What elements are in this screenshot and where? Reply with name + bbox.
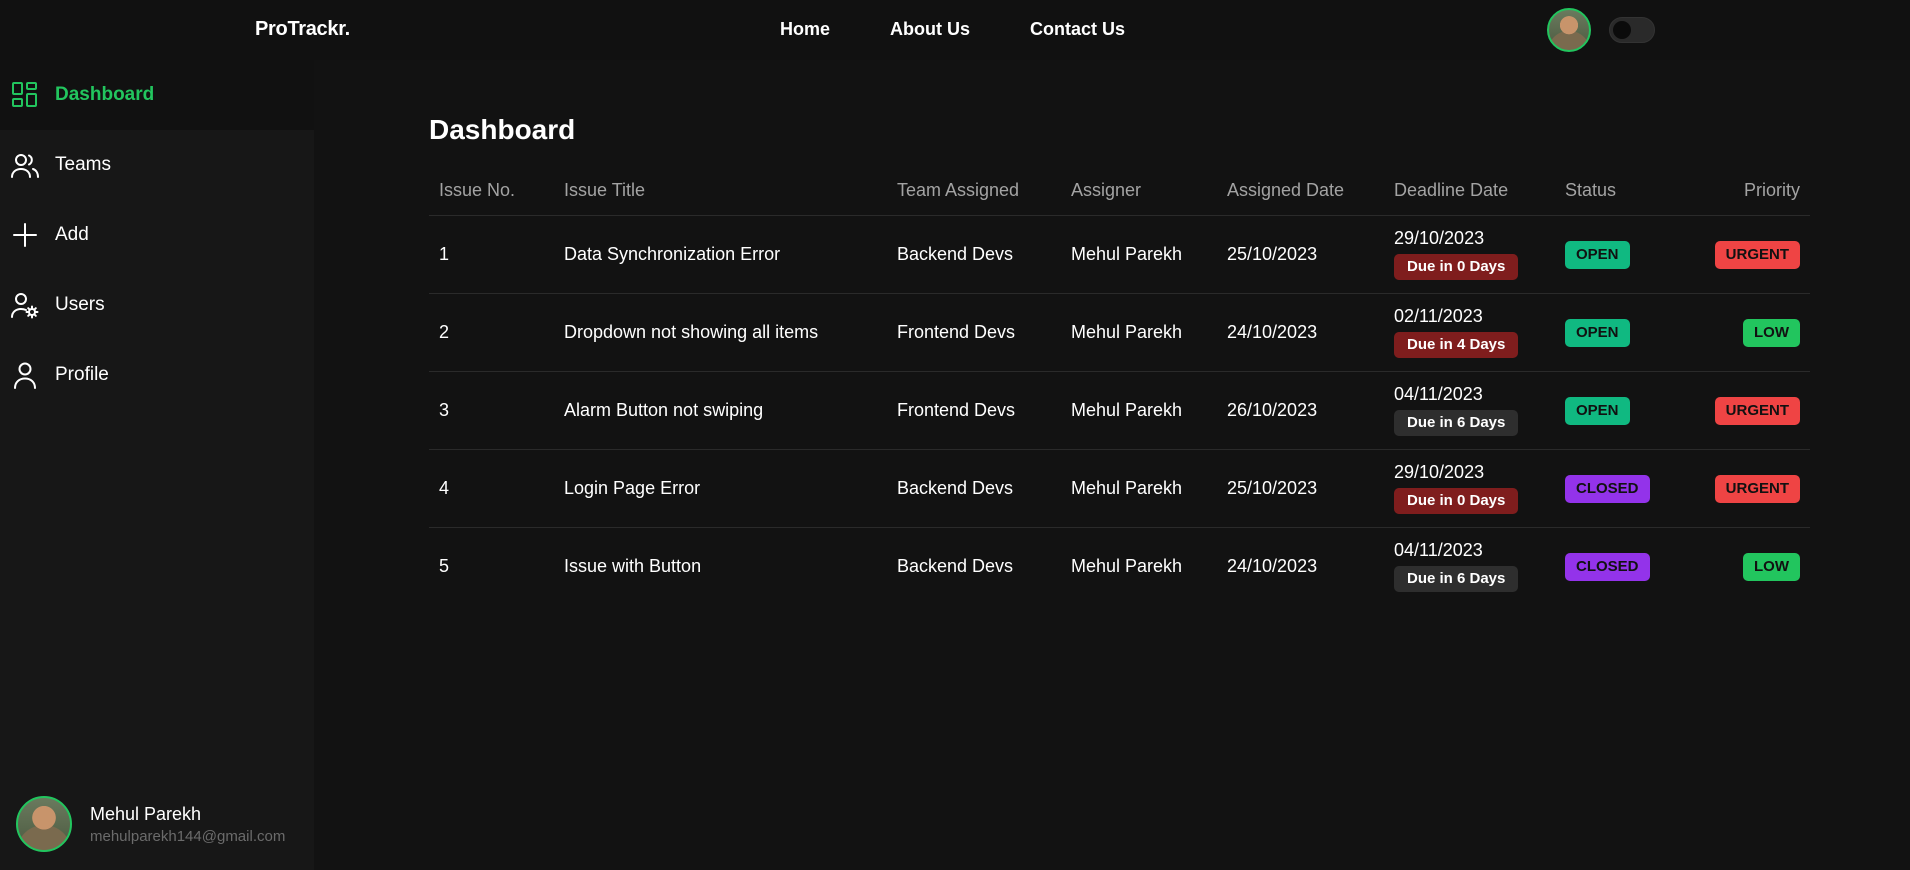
column-header-assigned-date: Assigned Date: [1227, 180, 1345, 200]
issue-no: 4: [439, 478, 450, 498]
sidebar-item-add[interactable]: Add: [0, 200, 314, 270]
page-title: Dashboard: [429, 114, 576, 145]
table-row[interactable]: 1 Data Synchronization Error Backend Dev…: [429, 216, 1810, 294]
column-header-priority: Priority: [1743, 180, 1800, 200]
column-header-issue-title: Issue Title: [564, 180, 646, 200]
deadline-date: 04/11/2023: [1394, 384, 1483, 404]
column-header-status: Status: [1565, 180, 1617, 200]
column-header-deadline-date: Deadline Date: [1394, 180, 1509, 200]
sidebar-item-label: Users: [55, 294, 105, 315]
assigner: Mehul Parekh: [1071, 244, 1183, 264]
issue-title: Data Synchronization Error: [564, 244, 781, 264]
status-badge: OPEN: [1565, 241, 1630, 269]
nav-about-link[interactable]: About Us: [890, 19, 970, 40]
issue-no: 3: [439, 400, 450, 420]
sidebar-item-label: Dashboard: [55, 84, 155, 105]
due-badge: Due in 6 Days: [1394, 410, 1519, 436]
avatar[interactable]: [16, 796, 72, 852]
due-badge: Due in 0 Days: [1394, 488, 1519, 514]
theme-toggle[interactable]: [1609, 17, 1655, 43]
top-navbar: ProTrackr. Home About Us Contact Us: [0, 0, 1910, 60]
assigned-date: 25/10/2023: [1227, 244, 1318, 264]
assigned-date: 25/10/2023: [1227, 478, 1318, 498]
due-badge: Due in 0 Days: [1394, 254, 1519, 280]
users-group-icon: [11, 151, 39, 179]
table-row[interactable]: 2 Dropdown not showing all items Fronten…: [429, 294, 1810, 372]
deadline-date: 29/10/2023: [1394, 462, 1485, 482]
main-nav: Home About Us Contact Us: [780, 19, 1185, 40]
table-row[interactable]: 3 Alarm Button not swiping Frontend Devs…: [429, 372, 1810, 450]
table-row[interactable]: 5 Issue with Button Backend Devs Mehul P…: [429, 528, 1810, 606]
sidebar-item-label: Profile: [55, 364, 109, 385]
sidebar: Dashboard Teams Add Users Profile Mehul …: [0, 60, 314, 870]
table-row[interactable]: 4 Login Page Error Backend Devs Mehul Pa…: [429, 450, 1810, 528]
deadline-date: 02/11/2023: [1394, 306, 1483, 326]
assigner: Mehul Parekh: [1071, 556, 1183, 576]
assigner: Mehul Parekh: [1071, 322, 1183, 342]
issue-no: 1: [439, 244, 450, 264]
issue-title: Dropdown not showing all items: [564, 322, 819, 342]
toggle-knob: [1613, 21, 1631, 39]
team-assigned: Frontend Devs: [897, 400, 1016, 420]
user-icon: [11, 361, 39, 389]
issue-title: Login Page Error: [564, 478, 701, 498]
brand-logo[interactable]: ProTrackr.: [255, 18, 350, 41]
header-avatar[interactable]: [1547, 8, 1591, 52]
team-assigned: Frontend Devs: [897, 322, 1016, 342]
sidebar-item-teams[interactable]: Teams: [0, 130, 314, 200]
issue-no: 2: [439, 322, 450, 342]
issue-no: 5: [439, 556, 450, 576]
sidebar-item-users[interactable]: Users: [0, 270, 314, 340]
column-header-team: Team Assigned: [897, 180, 1020, 200]
user-email: mehulparekh144@gmail.com: [90, 828, 286, 845]
assigner: Mehul Parekh: [1071, 400, 1183, 420]
assigned-date: 24/10/2023: [1227, 322, 1318, 342]
priority-badge: LOW: [1743, 553, 1800, 581]
sidebar-user-card[interactable]: Mehul Parekh mehulparekh144@gmail.com: [16, 796, 306, 852]
status-badge: OPEN: [1565, 319, 1630, 347]
team-assigned: Backend Devs: [897, 244, 1014, 264]
nav-home-link[interactable]: Home: [780, 19, 830, 40]
priority-badge: URGENT: [1714, 475, 1800, 503]
plus-icon: [11, 221, 39, 249]
priority-badge: URGENT: [1714, 397, 1800, 425]
column-header-issue-no: Issue No.: [439, 180, 516, 200]
due-badge: Due in 6 Days: [1394, 566, 1519, 592]
status-badge: CLOSED: [1565, 553, 1650, 581]
team-assigned: Backend Devs: [897, 478, 1014, 498]
status-badge: CLOSED: [1565, 475, 1650, 503]
sidebar-item-label: Teams: [55, 154, 111, 175]
nav-contact-link[interactable]: Contact Us: [1030, 19, 1125, 40]
status-badge: OPEN: [1565, 397, 1630, 425]
sidebar-item-label: Add: [55, 224, 89, 245]
team-assigned: Backend Devs: [897, 556, 1014, 576]
priority-badge: LOW: [1743, 319, 1800, 347]
assigned-date: 26/10/2023: [1227, 400, 1318, 420]
issue-title: Issue with Button: [564, 556, 702, 576]
issues-table: Issue No. Issue Title Team Assigned Assi…: [429, 170, 1810, 606]
assigner: Mehul Parekh: [1071, 478, 1183, 498]
dashboard-grid-icon: [11, 81, 39, 109]
issue-title: Alarm Button not swiping: [564, 400, 764, 420]
sidebar-item-dashboard[interactable]: Dashboard: [0, 60, 314, 130]
table-header: Issue No. Issue Title Team Assigned Assi…: [429, 170, 1810, 216]
deadline-date: 04/11/2023: [1394, 540, 1483, 560]
deadline-date: 29/10/2023: [1394, 228, 1485, 248]
user-settings-icon: [11, 291, 39, 319]
priority-badge: URGENT: [1714, 241, 1800, 269]
user-name: Mehul Parekh: [90, 804, 202, 824]
sidebar-item-profile[interactable]: Profile: [0, 340, 314, 410]
assigned-date: 24/10/2023: [1227, 556, 1318, 576]
column-header-assigner: Assigner: [1071, 180, 1142, 200]
due-badge: Due in 4 Days: [1394, 332, 1519, 358]
